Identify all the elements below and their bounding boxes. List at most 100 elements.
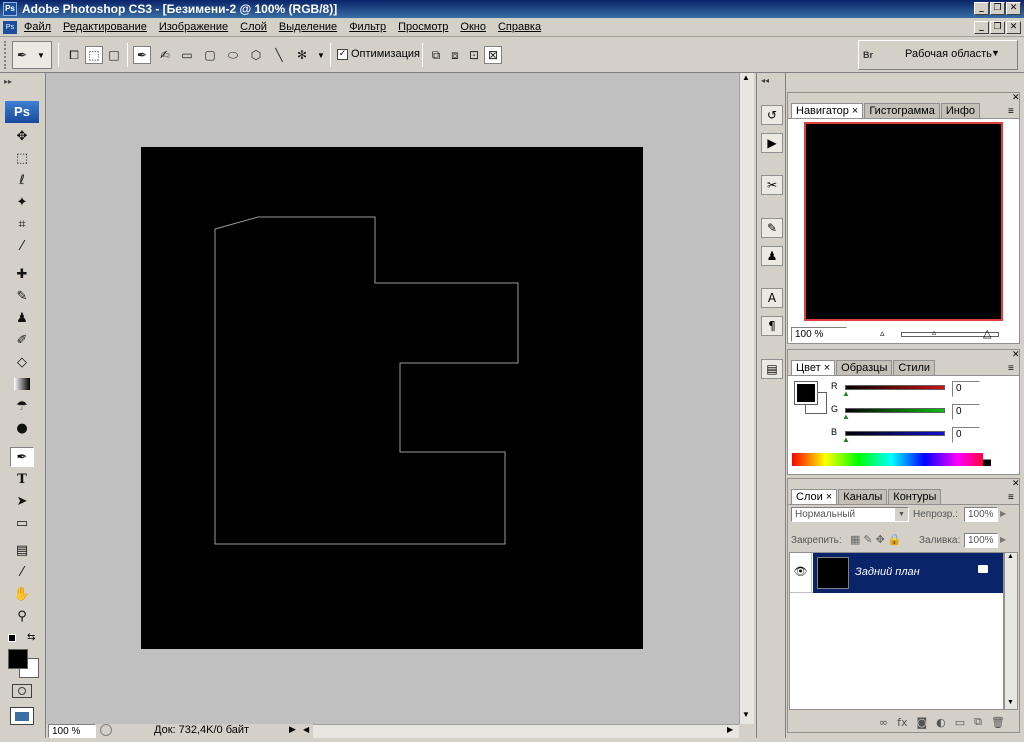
shape-layers-icon[interactable]: ⧠ xyxy=(65,46,83,64)
zoom-in-icon[interactable]: △ xyxy=(983,327,991,340)
vertical-scrollbar[interactable]: ▲ ▼ xyxy=(739,73,754,724)
layers-tab-1[interactable]: Каналы xyxy=(838,489,888,504)
lock-icons[interactable]: ▦✎✥🔒 xyxy=(850,533,905,546)
freeform-pen-icon[interactable]: ✍ xyxy=(156,46,174,64)
layer-name[interactable]: Задний план xyxy=(855,566,920,578)
color-tab-close-icon[interactable]: × xyxy=(821,362,830,374)
channel-value-r[interactable]: 0 xyxy=(952,381,980,397)
layers-tab-2[interactable]: Контуры xyxy=(888,489,942,504)
custom-shape-dropdown-icon[interactable]: ▼ xyxy=(317,51,325,60)
channel-slider-b[interactable] xyxy=(845,431,945,436)
zoom-out-icon[interactable]: ▵ xyxy=(880,328,885,339)
layers-scrollbar[interactable]: ▲ ▼ xyxy=(1004,552,1018,710)
menu-item-6[interactable]: Просмотр xyxy=(398,21,448,33)
opacity-arrow-icon[interactable]: ▶ xyxy=(1000,509,1006,518)
blend-mode-select[interactable]: Нормальный ▼ xyxy=(791,507,909,522)
channel-thumb-r[interactable]: ▲ xyxy=(842,389,850,398)
actions-panel-icon[interactable]: ▶ xyxy=(761,133,783,153)
fill-field[interactable]: 100% xyxy=(964,533,998,548)
new-layer-icon[interactable]: ⧉ xyxy=(974,715,982,729)
channel-value-b[interactable]: 0 xyxy=(952,427,980,443)
doc-minimize-icon[interactable]: _ xyxy=(974,21,989,34)
rectangle-shape-icon[interactable]: ▭ xyxy=(178,46,196,64)
spectrum-bw-swatch[interactable] xyxy=(983,453,991,466)
navigator-tab-close-icon[interactable]: × xyxy=(849,105,858,117)
layer-style-icon[interactable]: fx xyxy=(897,716,907,729)
menu-item-5[interactable]: Фильтр xyxy=(349,21,386,33)
color-tab-1[interactable]: Образцы xyxy=(836,360,893,375)
navigator-tab-2[interactable]: Инфо xyxy=(940,103,981,118)
zoom-tool[interactable]: ⚲ xyxy=(10,606,34,626)
eyedropper-tool[interactable]: ⁄ xyxy=(10,236,34,256)
channel-value-g[interactable]: 0 xyxy=(952,404,980,420)
rectangle-tool[interactable]: ▭ xyxy=(10,513,34,533)
screen-mode-icon[interactable] xyxy=(10,707,34,725)
brush-tool[interactable]: ✎ xyxy=(10,286,34,306)
optimize-checkbox[interactable]: ✓ xyxy=(337,49,348,60)
ps-logo[interactable]: Ps xyxy=(5,101,39,123)
dodge-tool[interactable]: ● xyxy=(10,418,34,438)
link-layers-icon[interactable]: ∞ xyxy=(879,716,888,729)
character-panel-icon[interactable]: A xyxy=(761,288,783,308)
navigator-preview[interactable] xyxy=(804,122,1003,321)
channel-thumb-b[interactable]: ▲ xyxy=(842,435,850,444)
navigator-close-icon[interactable]: ✕ xyxy=(1012,92,1020,103)
rounded-rectangle-icon[interactable]: ▢ xyxy=(201,46,219,64)
pen-mode-icon[interactable]: ✒ xyxy=(133,46,151,64)
fill-pixels-icon[interactable]: □ xyxy=(105,46,123,64)
status-options-icon[interactable] xyxy=(100,724,112,736)
doc-close-icon[interactable]: ✕ xyxy=(1006,21,1021,34)
scroll-down-icon[interactable]: ▼ xyxy=(742,710,750,719)
layers-tab-close-icon[interactable]: × xyxy=(823,491,832,503)
foreground-color-swatch[interactable] xyxy=(8,649,28,669)
menu-item-2[interactable]: Изображение xyxy=(159,21,228,33)
color-menu-icon[interactable]: ≡ xyxy=(1008,363,1014,374)
hand-tool[interactable]: ✋ xyxy=(10,584,34,604)
intersect-path-icon[interactable]: ⊡ xyxy=(465,46,483,64)
quick-mask-icon[interactable] xyxy=(12,684,32,698)
history-panel-icon[interactable]: ↺ xyxy=(761,105,783,125)
layers-scroll-up-icon[interactable]: ▲ xyxy=(1007,553,1014,560)
ellipse-shape-icon[interactable]: ⬭ xyxy=(224,46,242,64)
doc-restore-icon[interactable]: ❐ xyxy=(990,21,1005,34)
horizontal-scrollbar[interactable]: ◀ ▶ xyxy=(303,724,739,738)
eyedropper2-tool[interactable]: ⁄ xyxy=(10,562,34,582)
layers-scroll-down-icon[interactable]: ▼ xyxy=(1007,699,1014,706)
minimize-icon[interactable]: _ xyxy=(974,2,989,15)
default-colors-icon[interactable] xyxy=(8,634,16,642)
fill-arrow-icon[interactable]: ▶ xyxy=(1000,535,1006,544)
exclude-path-icon[interactable]: ⊠ xyxy=(484,46,502,64)
color-spectrum-bar[interactable] xyxy=(792,453,991,466)
menu-item-0[interactable]: Файл xyxy=(24,21,51,33)
status-menu-icon[interactable]: ▶ xyxy=(289,724,296,735)
layer-comps-icon[interactable]: ▤ xyxy=(761,359,783,379)
type-tool[interactable]: T xyxy=(10,469,34,489)
notes-tool[interactable]: ▤ xyxy=(10,540,34,560)
color-fg-swatch[interactable] xyxy=(794,381,818,405)
blend-dropdown-icon[interactable]: ▼ xyxy=(895,508,908,521)
channel-thumb-g[interactable]: ▲ xyxy=(842,412,850,421)
pen-tool[interactable]: ✒ xyxy=(10,447,34,467)
eraser-tool[interactable]: ◇ xyxy=(10,352,34,372)
navigator-menu-icon[interactable]: ≡ xyxy=(1008,106,1014,117)
menu-item-1[interactable]: Редактирование xyxy=(63,21,147,33)
opacity-field[interactable]: 100% xyxy=(964,507,998,522)
zoom-slider-thumb[interactable]: ▵ xyxy=(932,328,936,337)
marquee-tool[interactable]: ⬚ xyxy=(10,148,34,168)
channel-slider-g[interactable] xyxy=(845,408,945,413)
layer-visibility-eye-icon[interactable]: 👁 xyxy=(790,553,812,593)
path-selection-tool[interactable]: ➤ xyxy=(10,491,34,511)
layers-menu-icon[interactable]: ≡ xyxy=(1008,492,1014,503)
new-group-icon[interactable]: ▭ xyxy=(955,716,965,729)
polygon-shape-icon[interactable]: ⬡ xyxy=(247,46,265,64)
navigator-zoom-field[interactable]: 100 % xyxy=(791,327,847,342)
scroll-right-icon[interactable]: ▶ xyxy=(727,725,733,734)
swap-colors-icon[interactable]: ⇆ xyxy=(27,632,35,643)
document-canvas[interactable] xyxy=(141,147,643,649)
close-icon[interactable]: ✕ xyxy=(1006,2,1021,15)
scroll-up-icon[interactable]: ▲ xyxy=(742,73,750,82)
lasso-tool[interactable]: ℓ xyxy=(10,170,34,190)
adjustment-layer-icon[interactable]: ◐ xyxy=(936,716,946,729)
menu-item-3[interactable]: Слой xyxy=(240,21,267,33)
menu-item-4[interactable]: Выделение xyxy=(279,21,337,33)
